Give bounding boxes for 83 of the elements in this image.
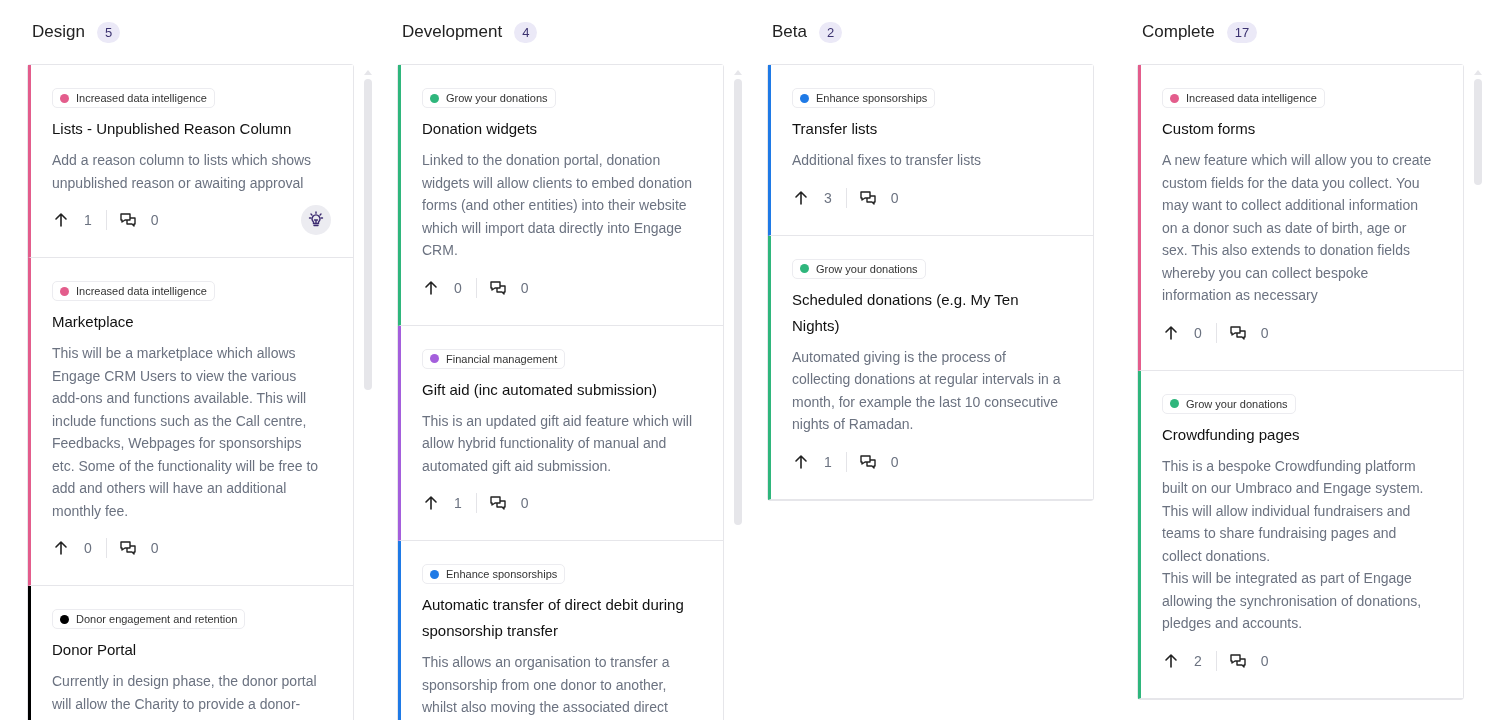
comments-icon[interactable] — [1228, 323, 1247, 342]
card-title: Lists - Unpublished Reason Column — [52, 119, 293, 139]
comment-count: 0 — [520, 279, 529, 296]
upvote-count: 0 — [454, 279, 462, 296]
card-description: A new feature which will allow you to create custom fields for the data you collect. You may want to collect additional information on a donor such as date of birth, age or sex. This also extends to donation fields whereby you can collect bespoke information as necessary — [1162, 151, 1433, 305]
category-label: Increased data intelligence — [1186, 92, 1317, 104]
upvote-arrow-icon[interactable] — [52, 539, 70, 557]
card-description: This is an updated gift aid feature which will allow hybrid functionality of manual and automated gift aid submission. — [422, 411, 693, 476]
category-label: Increased data intelligence — [76, 285, 207, 297]
comments-icon[interactable] — [488, 494, 507, 512]
category-label: Grow your donations — [446, 92, 548, 104]
comments-icon[interactable] — [858, 188, 877, 207]
comment-count: 0 — [890, 189, 899, 206]
card-description: This allows an organisation to transfer a sponsorship from one donor to another, whilst also moving the associated direct — [422, 653, 671, 717]
scrollbar-thumb[interactable] — [734, 79, 742, 525]
upvote-count: 0 — [84, 540, 92, 556]
roadmap-card[interactable]: Enhance sponsorships Transfer lists Additional fixes to transfer lists 3 0 — [768, 65, 1093, 236]
card-title: Transfer lists — [792, 119, 879, 139]
card-title: Marketplace — [52, 312, 135, 332]
comment-count: 0 — [520, 495, 529, 511]
category-label: Grow your donations — [816, 262, 918, 275]
card-title: Automatic transfer of direct debit during sponsorship transfer — [422, 595, 685, 641]
roadmap-card[interactable]: Financial management Gift aid (inc automated submission) This is an updated gift aid feature which will allow hybrid functionality of manual and automated gift aid submission. 1 0 — [398, 325, 723, 541]
roadmap-card[interactable] — [1138, 370, 1463, 699]
comment-count: 0 — [150, 212, 159, 228]
comments-icon[interactable] — [488, 278, 507, 297]
comments-icon[interactable] — [858, 452, 877, 471]
comment-count: 0 — [1260, 652, 1269, 669]
roadmap-card[interactable] — [28, 258, 353, 586]
idea-button[interactable] — [301, 205, 331, 235]
upvote-count: 1 — [84, 212, 92, 228]
comments-icon[interactable] — [118, 539, 137, 557]
count-badge: 5 — [96, 21, 121, 43]
card-title: Scheduled donations (e.g. My Ten Nights) — [792, 289, 1020, 336]
comment-count: 0 — [890, 453, 899, 470]
category-label: Grow your donations — [1186, 397, 1288, 410]
count-badge: 2 — [819, 21, 843, 43]
card-description: Additional fixes to transfer lists — [792, 151, 983, 170]
card-title: Donation widgets — [422, 119, 539, 139]
roadmap-card[interactable] — [768, 235, 1093, 500]
upvote-arrow-icon[interactable] — [52, 211, 70, 229]
category-label: Enhance sponsorships — [816, 92, 928, 104]
upvote-arrow-icon[interactable] — [1162, 651, 1180, 670]
upvote-count: 1 — [824, 453, 832, 470]
card-description: This will be a marketplace which allows Engage CRM Users to view the various add-ons and functions available. This will include functions such as the Call centre, Feedbacks, Webpages for sponsorships etc. Some of the functionality will be free to add and others will have an additional monthly fee. — [52, 344, 320, 521]
comment-count: 0 — [150, 540, 159, 556]
upvote-count: 3 — [824, 189, 832, 206]
card-title: Crowdfunding pages — [1162, 424, 1301, 445]
upvote-count: 1 — [454, 495, 462, 511]
upvote-count: 0 — [1194, 324, 1202, 341]
category-label: Increased data intelligence — [76, 92, 207, 104]
upvote-arrow-icon[interactable] — [422, 278, 440, 297]
card-description: Automated giving is the process of collecting donations at regular intervals in a month, for example the last 10 consecutive nights of Ramadan. — [792, 347, 1062, 434]
category-label: Financial management — [446, 352, 558, 365]
roadmap-card[interactable] — [1138, 65, 1463, 371]
upvote-arrow-icon[interactable] — [1162, 323, 1180, 342]
category-label: Donor engagement and retention — [76, 613, 238, 625]
scrollbar-thumb[interactable] — [364, 79, 372, 390]
card-title: Gift aid (inc automated submission) — [422, 379, 659, 400]
scrollbar-thumb[interactable] — [1474, 79, 1482, 185]
card-description: Currently in design phase, the donor portal will allow the Charity to provide a donor- — [52, 672, 318, 714]
column-title: Beta — [772, 22, 807, 42]
card-description: Linked to the donation portal, donation widgets will allow clients to embed donation forms (and other entities) into their website which will import data directly into Engage CRM. — [422, 151, 693, 260]
comments-icon[interactable] — [1228, 651, 1247, 670]
column-title: Complete — [1142, 22, 1215, 42]
card-title: Donor Portal — [52, 640, 138, 660]
upvote-count: 2 — [1194, 652, 1202, 669]
roadmap-card[interactable]: Increased data intelligence Lists - Unpublished Reason Column Add a reason column to lists which shows unpublished reason or awaiting approval 1 0 — [28, 65, 353, 258]
comment-count: 0 — [1260, 324, 1269, 341]
card-description: Add a reason column to lists which shows unpublished reason or awaiting approval — [52, 151, 313, 193]
comments-icon[interactable] — [118, 211, 137, 229]
roadmap-card[interactable] — [398, 65, 723, 326]
count-badge: 4 — [514, 21, 538, 43]
upvote-arrow-icon[interactable] — [792, 188, 810, 207]
upvote-arrow-icon[interactable] — [422, 494, 440, 512]
lightbulb-icon — [307, 211, 325, 229]
card-title: Custom forms — [1162, 119, 1257, 139]
column-title: Design — [32, 22, 85, 42]
count-badge: 17 — [1226, 21, 1258, 43]
category-label: Enhance sponsorships — [446, 568, 558, 580]
upvote-arrow-icon[interactable] — [792, 452, 810, 471]
column-title: Development — [402, 22, 503, 42]
card-description: This is a bespoke Crowdfunding platform built on our Umbraco and Engage system. This will allow individual fundraisers and teams to share fundraising pages and collect donations. This will be integrated as part of Engage allowing the synchronisation of donations, pledges and accounts. — [1162, 456, 1425, 633]
